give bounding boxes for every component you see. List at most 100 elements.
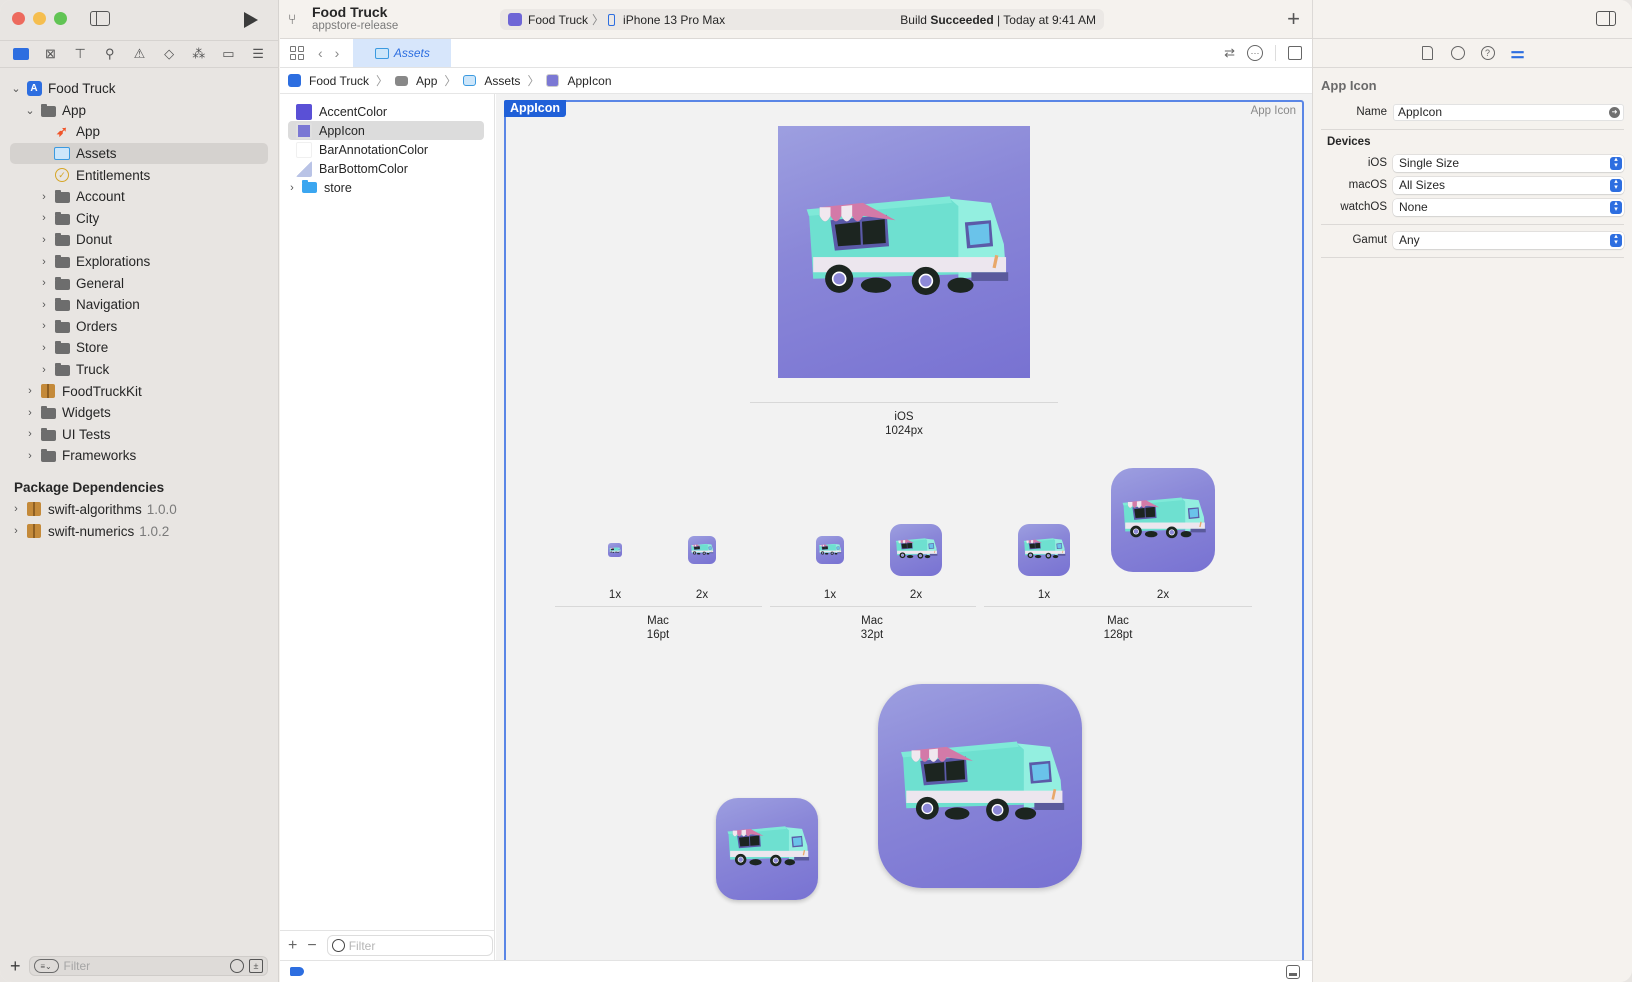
- history-inspector-tab[interactable]: [1450, 45, 1466, 61]
- debug-navigator-tab[interactable]: ⁂: [190, 46, 208, 62]
- file-inspector-tab[interactable]: [1420, 45, 1436, 61]
- tree-item-store[interactable]: › Store: [10, 337, 268, 359]
- macos-popup[interactable]: All Sizes ▴ ▾: [1393, 176, 1624, 194]
- asset-item-store-folder[interactable]: › store: [288, 178, 484, 197]
- chevron-right-icon[interactable]: ›: [24, 428, 36, 440]
- chevron-right-icon[interactable]: ›: [38, 364, 50, 376]
- navigator-filter-field[interactable]: ≡⌄ Filter ±: [28, 956, 268, 976]
- tree-item-navigation[interactable]: › Navigation: [10, 294, 268, 316]
- tree-item-frameworks[interactable]: › Frameworks: [10, 445, 268, 467]
- tree-item-ui-tests[interactable]: › UI Tests: [10, 424, 268, 446]
- jumpbar-item[interactable]: Assets: [484, 74, 520, 88]
- mac-16-2x-icon-well[interactable]: [688, 536, 716, 564]
- chevron-down-icon[interactable]: ⌄: [10, 82, 22, 95]
- quick-help-tab[interactable]: ?: [1480, 45, 1496, 61]
- mac-128-1x-icon-well[interactable]: [1018, 524, 1070, 576]
- mac-256-1x-icon-well[interactable]: [716, 798, 818, 900]
- attributes-inspector-tab[interactable]: ⚌: [1510, 45, 1526, 62]
- chevron-right-icon[interactable]: ›: [38, 320, 50, 332]
- chevron-right-icon[interactable]: ›: [38, 299, 50, 311]
- mac-128-2x-icon-well[interactable]: [1111, 468, 1215, 572]
- watchos-popup[interactable]: None ▴ ▾: [1393, 198, 1624, 216]
- source-control-navigator-tab[interactable]: ⊠: [41, 46, 59, 62]
- chevron-right-icon[interactable]: ›: [38, 234, 50, 246]
- tree-item-food-truck[interactable]: ⌄ A Food Truck: [10, 78, 268, 100]
- chevron-right-icon[interactable]: ›: [38, 342, 50, 354]
- ios-popup[interactable]: Single Size ▴ ▾: [1393, 154, 1624, 172]
- tree-item-explorations[interactable]: › Explorations: [10, 251, 268, 273]
- package-item[interactable]: › swift-algorithms 1.0.0: [10, 499, 268, 521]
- debug-area-toggle-icon[interactable]: [1286, 965, 1300, 979]
- add-asset-button[interactable]: +: [288, 937, 297, 955]
- jumpbar-item[interactable]: AppIcon: [567, 74, 611, 88]
- tree-item-assets[interactable]: Assets: [10, 142, 268, 165]
- run-button[interactable]: [244, 12, 258, 28]
- asset-item-barbottomcolor[interactable]: BarBottomColor: [288, 159, 484, 178]
- chevron-right-icon[interactable]: ›: [24, 450, 36, 462]
- scheme-selector[interactable]: Food Truck: [528, 13, 588, 27]
- chevron-down-icon[interactable]: ⌄: [24, 104, 36, 117]
- mac-32-2x-icon-well[interactable]: [890, 524, 942, 576]
- chevron-right-icon[interactable]: ›: [38, 212, 50, 224]
- issue-navigator-tab[interactable]: ⚠: [130, 46, 148, 62]
- chevron-right-icon[interactable]: ›: [10, 503, 22, 515]
- mac-32-1x-icon-well[interactable]: [816, 536, 844, 564]
- asset-item-appicon[interactable]: AppIcon: [288, 121, 484, 140]
- swap-icon[interactable]: ⇄: [1224, 45, 1235, 61]
- related-items-icon[interactable]: [290, 46, 304, 60]
- tree-item-general[interactable]: › General: [10, 272, 268, 294]
- project-navigator-tab[interactable]: [12, 46, 30, 62]
- tree-item-entitlements[interactable]: ✓ Entitlements: [10, 164, 268, 186]
- tab-assets[interactable]: Assets: [353, 39, 452, 67]
- inspector-toggle-icon[interactable]: [1596, 11, 1616, 26]
- gamut-popup[interactable]: Any ▴ ▾: [1393, 231, 1624, 249]
- jumpbar-item[interactable]: App: [416, 74, 437, 88]
- asset-item-accentcolor[interactable]: AccentColor: [288, 102, 484, 121]
- tree-item-app-group[interactable]: ⌄ App: [10, 100, 268, 122]
- chevron-right-icon[interactable]: ›: [38, 277, 50, 289]
- filter-options-icon[interactable]: ≡⌄: [33, 959, 59, 973]
- asset-filter-field[interactable]: Filter: [326, 935, 493, 956]
- tree-item-widgets[interactable]: › Widgets: [10, 402, 268, 424]
- test-navigator-tab[interactable]: ◇: [160, 46, 178, 62]
- back-button[interactable]: ‹: [318, 45, 323, 61]
- package-item[interactable]: › swift-numerics 1.0.2: [10, 520, 268, 542]
- ios-1024-icon-well[interactable]: [778, 126, 1030, 378]
- breakpoints-toggle-icon[interactable]: [290, 967, 304, 976]
- recent-files-icon[interactable]: [230, 959, 244, 973]
- remove-asset-button[interactable]: −: [307, 937, 316, 955]
- mac-256-2x-icon-well[interactable]: [878, 684, 1082, 888]
- close-window-button[interactable]: [12, 12, 25, 25]
- go-arrow-icon[interactable]: ➜: [1609, 106, 1620, 118]
- sidebar-toggle-icon[interactable]: [90, 11, 110, 26]
- tree-item-foodtruckkit[interactable]: › FoodTruckKit: [10, 380, 268, 402]
- asset-item-barannotationcolor[interactable]: BarAnnotationColor: [288, 140, 484, 159]
- chevron-right-icon[interactable]: ›: [38, 256, 50, 268]
- tree-item-truck[interactable]: › Truck: [10, 359, 268, 381]
- chevron-right-icon[interactable]: ›: [286, 182, 298, 194]
- chevron-right-icon[interactable]: ›: [24, 385, 36, 397]
- chevron-right-icon[interactable]: ›: [38, 191, 50, 203]
- name-field[interactable]: AppIcon ➜: [1393, 103, 1624, 121]
- branch-name[interactable]: appstore-release: [312, 20, 398, 32]
- report-navigator-tab[interactable]: ☰: [249, 46, 267, 62]
- more-options-icon[interactable]: ···: [1247, 45, 1263, 61]
- chevron-right-icon[interactable]: ›: [24, 407, 36, 419]
- zoom-window-button[interactable]: [54, 12, 67, 25]
- jumpbar-item[interactable]: Food Truck: [309, 74, 369, 88]
- minimize-window-button[interactable]: [33, 12, 46, 25]
- symbol-navigator-tab[interactable]: ⊤: [71, 46, 89, 62]
- chevron-right-icon[interactable]: ›: [10, 525, 22, 537]
- run-destination-selector[interactable]: iPhone 13 Pro Max: [623, 13, 725, 27]
- add-editor-icon[interactable]: [1288, 46, 1302, 60]
- mac-16-1x-icon-well[interactable]: [608, 543, 622, 557]
- tree-item-account[interactable]: › Account: [10, 186, 268, 208]
- tree-item-city[interactable]: › City: [10, 208, 268, 230]
- source-control-filter-icon[interactable]: ±: [249, 959, 263, 973]
- tree-item-orders[interactable]: › Orders: [10, 316, 268, 338]
- add-file-button[interactable]: +: [10, 956, 21, 977]
- forward-button[interactable]: ›: [335, 45, 340, 61]
- breakpoint-navigator-tab[interactable]: ▭: [219, 46, 237, 62]
- tree-item-app-swift[interactable]: ➶ App: [10, 121, 268, 143]
- library-add-button[interactable]: +: [1287, 6, 1300, 32]
